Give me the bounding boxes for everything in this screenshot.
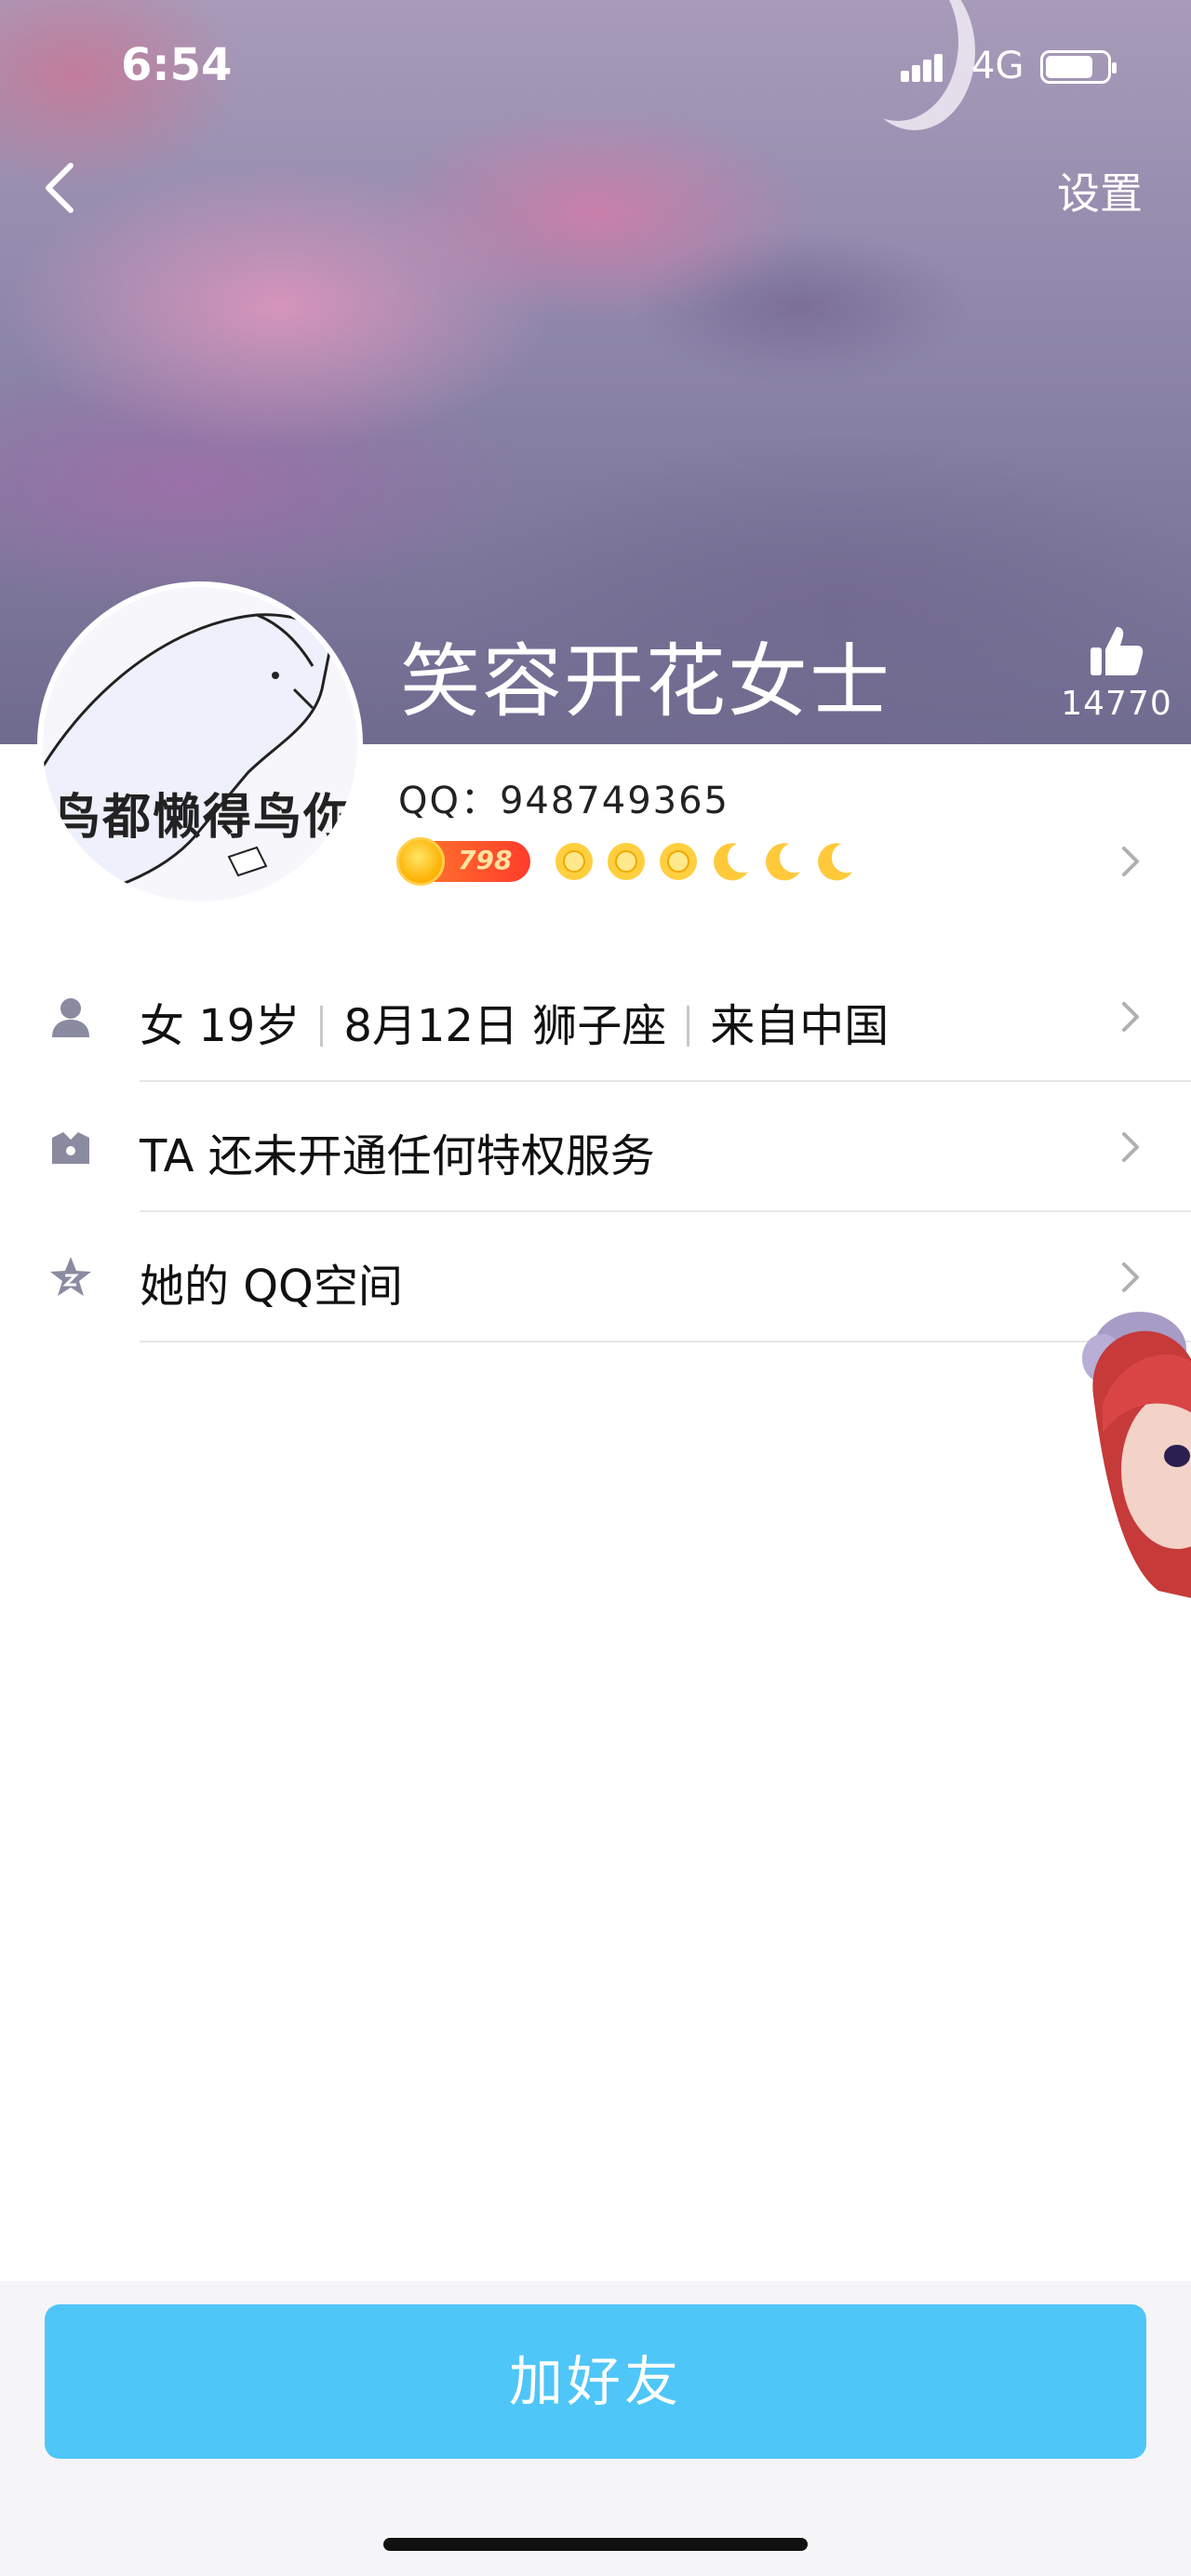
avatar-drawing [43, 613, 333, 901]
qzone-row[interactable]: 她的 QQ空间 [0, 1212, 1191, 1342]
signal-icon [901, 54, 943, 82]
chevron-right-icon [1122, 1002, 1139, 1032]
qq-number: QQ：948749365 [398, 780, 730, 822]
3d-avatar-mascot[interactable] [1075, 1284, 1191, 1619]
level-icons[interactable] [553, 835, 856, 888]
basic-info-row[interactable]: 女 19岁 8月12日 狮子座 来自中国 [0, 952, 1191, 1082]
location: 来自中国 [710, 1000, 890, 1052]
sun-level-icon [608, 843, 645, 880]
crown-icon [52, 1132, 89, 1164]
row-divider [140, 1341, 1191, 1342]
vip-level-value: 798 [458, 845, 513, 875]
network-label: 4G [971, 45, 1024, 87]
privilege-row[interactable]: TA 还未开通任何特权服务 [0, 1082, 1191, 1212]
chevron-right-icon [1122, 1132, 1139, 1162]
battery-icon [1040, 50, 1117, 84]
profile-nickname: 笑容开花女士 [400, 635, 891, 728]
star-icon [50, 1257, 91, 1296]
back-arrow-icon[interactable] [41, 160, 78, 216]
moon-level-icon [714, 843, 748, 881]
moon-level-icon [818, 843, 852, 881]
sun-level-icon [660, 843, 697, 880]
status-bar: 6:54 4G [0, 0, 1191, 130]
status-time: 6:54 [121, 39, 233, 91]
gender-age: 女 19岁 [140, 1000, 301, 1052]
basic-info-text: 女 19岁 8月12日 狮子座 来自中国 [140, 989, 889, 1054]
avatar[interactable]: 鸟都懒得鸟你 [37, 581, 363, 907]
separator [687, 1006, 690, 1047]
moon-level-icon [766, 843, 800, 881]
add-friend-button[interactable]: 加好友 [45, 2304, 1146, 2459]
thumbs-up-icon [1091, 627, 1144, 675]
home-indicator[interactable] [383, 2538, 808, 2551]
birthday-zodiac: 8月12日 狮子座 [343, 1000, 667, 1052]
settings-button[interactable]: 设置 [1057, 160, 1143, 221]
vip-coin-icon [396, 837, 445, 886]
like-count: 14770 [1061, 685, 1172, 723]
qzone-text: 她的 QQ空间 [140, 1261, 403, 1313]
sun-level-icon [555, 843, 593, 880]
vip-level-badge[interactable]: 798 [396, 837, 530, 886]
like-button[interactable]: 14770 [1061, 621, 1172, 723]
privilege-text: TA 还未开通任何特权服务 [140, 1130, 655, 1182]
separator [320, 1006, 324, 1047]
person-icon [52, 998, 89, 1037]
level-chevron-right-icon[interactable] [1118, 843, 1143, 880]
avatar-caption: 鸟都懒得鸟你 [52, 790, 355, 846]
